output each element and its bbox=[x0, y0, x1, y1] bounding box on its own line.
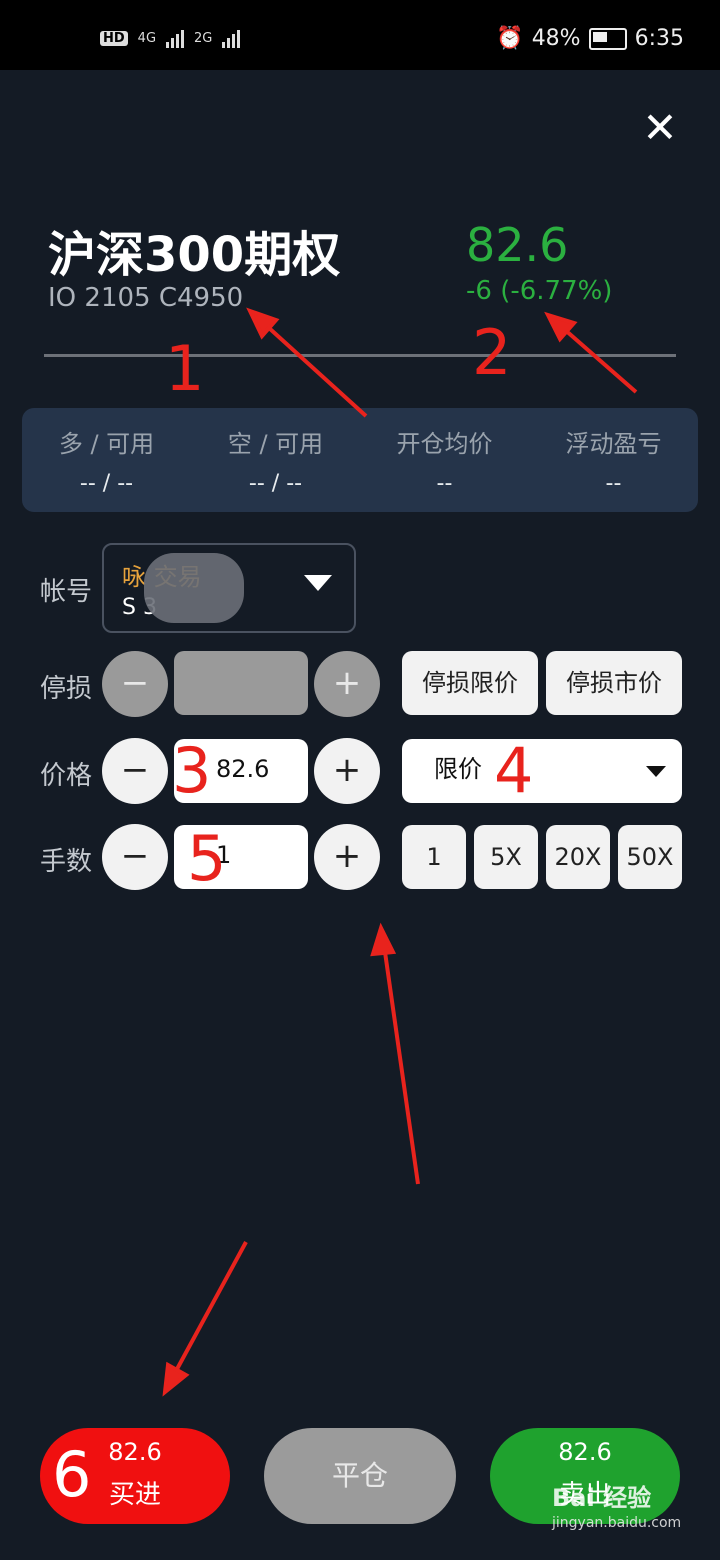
status-bar: HD 4G 2G ⏰ 48% 6:35 bbox=[0, 0, 720, 70]
chevron-down-icon bbox=[646, 766, 666, 777]
stoploss-input[interactable] bbox=[174, 651, 308, 715]
clock: 6:35 bbox=[634, 26, 684, 51]
position-stats: 多 / 可用 -- / -- 空 / 可用 -- / -- 开仓均价 -- 浮动… bbox=[22, 408, 698, 512]
price-plus-button[interactable]: + bbox=[314, 738, 380, 804]
order-type-select[interactable]: 限价 bbox=[402, 739, 682, 803]
signal-icon-2 bbox=[222, 28, 241, 48]
chevron-down-icon bbox=[304, 575, 332, 591]
stat-avg-price: 开仓均价 -- bbox=[360, 408, 529, 512]
stat-value: -- bbox=[436, 471, 453, 496]
stop-market-button[interactable]: 停损市价 bbox=[546, 651, 682, 715]
stat-label: 空 / 可用 bbox=[227, 430, 324, 458]
status-right: ⏰ 48% 6:35 bbox=[496, 26, 684, 51]
qty-plus-button[interactable]: + bbox=[314, 824, 380, 890]
divider bbox=[44, 354, 676, 357]
hd-icon: HD bbox=[100, 30, 128, 46]
stoploss-label: 停损 bbox=[40, 674, 93, 704]
watermark: Bai 经验 jingyan.baidu.com bbox=[552, 1478, 681, 1531]
annotation-3: 3 bbox=[172, 734, 212, 807]
annotation-5: 5 bbox=[187, 822, 227, 895]
stop-limit-button[interactable]: 停损限价 bbox=[402, 651, 538, 715]
price-label: 价格 bbox=[40, 761, 93, 791]
stat-short: 空 / 可用 -- / -- bbox=[191, 408, 360, 512]
redaction-blur bbox=[144, 553, 244, 623]
network-4g-label: 4G bbox=[137, 30, 157, 46]
annotation-2: 2 bbox=[472, 316, 512, 389]
alarm-icon: ⏰ bbox=[496, 26, 524, 51]
contract-code: IO 2105 C4950 bbox=[48, 283, 244, 313]
order-type-value: 限价 bbox=[434, 755, 482, 783]
annotation-4: 4 bbox=[494, 734, 534, 807]
status-left: HD 4G 2G bbox=[100, 28, 241, 48]
qty-minus-button[interactable]: − bbox=[102, 824, 168, 890]
battery-percent: 48% bbox=[531, 26, 581, 51]
multiplier-1-button[interactable]: 1 bbox=[402, 825, 466, 889]
stat-value: -- / -- bbox=[79, 471, 134, 496]
account-label: 帐号 bbox=[40, 577, 93, 607]
stoploss-minus-button[interactable]: − bbox=[102, 651, 168, 717]
signal-icon bbox=[166, 28, 185, 48]
stat-label: 开仓均价 bbox=[396, 430, 493, 458]
sell-price: 82.6 bbox=[558, 1438, 612, 1466]
network-2g-label: 2G bbox=[194, 30, 213, 46]
stat-floating-pnl: 浮动盈亏 -- bbox=[529, 408, 698, 512]
battery-icon bbox=[588, 27, 627, 50]
stat-value: -- / -- bbox=[248, 471, 303, 496]
multiplier-5x-button[interactable]: 5X bbox=[474, 825, 538, 889]
stat-long: 多 / 可用 -- / -- bbox=[22, 408, 191, 512]
close-icon[interactable]: ✕ bbox=[640, 107, 680, 149]
close-position-button[interactable]: 平仓 bbox=[264, 1428, 456, 1524]
stat-label: 多 / 可用 bbox=[58, 430, 155, 458]
price-minus-button[interactable]: − bbox=[102, 738, 168, 804]
account-select[interactable]: 咏 交易 S 3 bbox=[102, 543, 356, 633]
last-price: 82.6 bbox=[466, 218, 569, 272]
multiplier-20x-button[interactable]: 20X bbox=[546, 825, 610, 889]
page-title: 沪深300期权 bbox=[48, 227, 341, 283]
quantity-label: 手数 bbox=[40, 847, 93, 877]
annotation-1: 1 bbox=[165, 332, 205, 405]
price-change: -6 (-6.77%) bbox=[466, 276, 613, 306]
stat-value: -- bbox=[605, 471, 622, 496]
multiplier-50x-button[interactable]: 50X bbox=[618, 825, 682, 889]
watermark-brand: Bai 经验 bbox=[552, 1484, 652, 1512]
watermark-url: jingyan.baidu.com bbox=[552, 1515, 682, 1531]
stoploss-plus-button[interactable]: + bbox=[314, 651, 380, 717]
annotation-6: 6 bbox=[52, 1438, 92, 1511]
stat-label: 浮动盈亏 bbox=[565, 430, 662, 458]
